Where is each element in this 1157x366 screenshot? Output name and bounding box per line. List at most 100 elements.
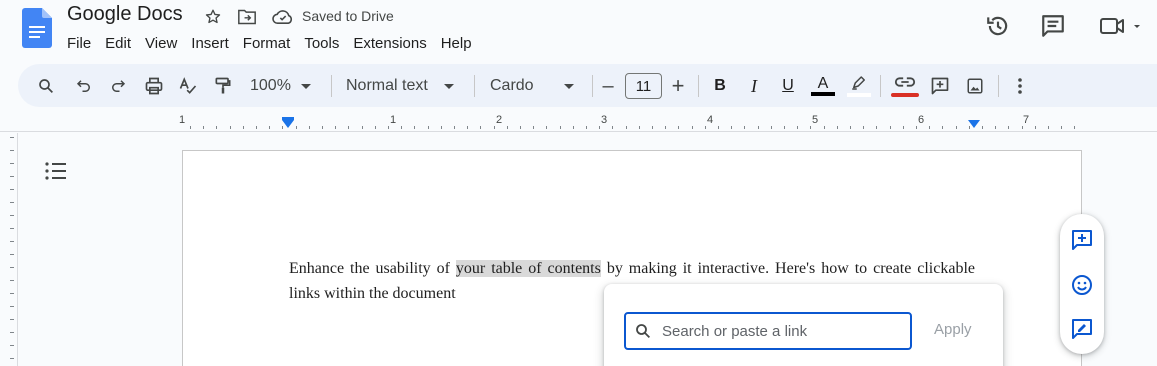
ruler-tick: [1034, 126, 1036, 129]
selected-text[interactable]: your table of contents: [455, 260, 601, 277]
ruler-number: 4: [707, 114, 714, 126]
ruler-tick: [374, 126, 376, 129]
text-color-button[interactable]: A: [810, 71, 836, 101]
cloud-saved-icon[interactable]: [272, 6, 294, 28]
link-search-field[interactable]: [624, 312, 912, 350]
toolbar: 100% Normal text Cardo – 11 + B I U A: [18, 64, 1157, 107]
italic-button[interactable]: I: [742, 71, 766, 101]
vertical-ruler[interactable]: [0, 133, 18, 366]
first-line-indent-marker[interactable]: [282, 117, 294, 120]
ruler-tick: [10, 150, 14, 151]
ruler-tick: [440, 126, 442, 129]
document-outline-icon[interactable]: [44, 160, 68, 182]
menu-file[interactable]: File: [60, 33, 98, 54]
add-comment-button[interactable]: [928, 71, 952, 101]
menu-extensions[interactable]: Extensions: [346, 33, 433, 54]
suggest-edits-icon[interactable]: [1070, 317, 1094, 341]
undo-icon[interactable]: [72, 71, 96, 101]
star-icon[interactable]: [202, 6, 224, 28]
ruler-tick: [269, 126, 271, 129]
horizontal-ruler[interactable]: 1 1 2 3 4 5 6 7: [0, 110, 1157, 132]
ruler-tick: [863, 126, 865, 129]
insert-link-button[interactable]: [890, 71, 920, 101]
ruler-tick: [295, 126, 297, 129]
apply-button[interactable]: Apply: [934, 321, 972, 338]
font-size-input[interactable]: 11: [625, 73, 662, 99]
ruler-tick: [955, 126, 957, 129]
ruler-tick: [10, 202, 14, 203]
spellcheck-icon[interactable]: [176, 71, 200, 101]
ruler-tick: [242, 126, 244, 129]
add-comment-icon: [931, 77, 949, 95]
search-menus-icon[interactable]: [34, 71, 58, 101]
meet-video-icon[interactable]: [1098, 12, 1146, 40]
ruler-tick: [850, 126, 851, 129]
ruler-tick: [572, 126, 574, 129]
ruler-tick: [467, 126, 469, 129]
print-icon[interactable]: [142, 71, 166, 101]
underline-button[interactable]: U: [776, 71, 800, 101]
ruler-tick: [731, 126, 733, 129]
plus-icon: +: [671, 73, 685, 98]
decrease-font-size-button[interactable]: –: [598, 71, 618, 101]
right-indent-marker[interactable]: [968, 120, 980, 128]
ruler-tick: [784, 126, 785, 129]
move-to-folder-icon[interactable]: [236, 6, 258, 28]
paragraph-style-select[interactable]: Normal text: [346, 71, 461, 101]
ruler-tick: [1021, 126, 1023, 129]
ruler-tick: [691, 126, 693, 129]
menu-help[interactable]: Help: [434, 33, 479, 54]
zoom-select[interactable]: 100%: [250, 71, 320, 101]
link-search-input[interactable]: [662, 322, 892, 340]
left-indent-marker[interactable]: [282, 120, 294, 128]
redo-icon[interactable]: [106, 71, 130, 101]
menu-format[interactable]: Format: [236, 33, 298, 54]
paint-format-icon[interactable]: [211, 71, 235, 101]
ruler-tick: [10, 293, 14, 294]
underline-icon: U: [782, 77, 794, 94]
menu-insert[interactable]: Insert: [184, 33, 236, 54]
menu-tools[interactable]: Tools: [297, 33, 346, 54]
ruler-tick: [10, 332, 14, 333]
ruler-tick: [229, 126, 231, 129]
ruler-tick: [10, 189, 14, 190]
ruler-tick: [1074, 126, 1076, 129]
highlight-color-swatch: [847, 93, 871, 97]
ruler-tick: [10, 358, 14, 359]
ruler-tick: [361, 126, 363, 129]
bold-button[interactable]: B: [708, 71, 732, 101]
ruler-tick: [823, 126, 825, 129]
ruler-tick: [1008, 126, 1010, 129]
ruler-tick: [625, 126, 627, 129]
menu-view[interactable]: View: [138, 33, 184, 54]
docs-logo-icon[interactable]: [22, 8, 52, 48]
more-options-icon[interactable]: [1008, 71, 1032, 101]
ruler-tick: [10, 254, 14, 255]
ruler-tick: [889, 126, 891, 129]
ruler-tick: [335, 126, 337, 129]
emoji-reaction-icon[interactable]: [1070, 273, 1094, 297]
insert-image-button[interactable]: [963, 71, 987, 101]
text-color-swatch: [811, 92, 835, 96]
ruler-tick: [10, 215, 14, 216]
font-family-select[interactable]: Cardo: [490, 71, 580, 101]
comments-icon[interactable]: [1039, 12, 1067, 40]
ruler-tick: [559, 126, 561, 129]
document-title[interactable]: Google Docs: [67, 3, 183, 26]
ruler-tick: [546, 126, 548, 129]
history-icon[interactable]: [984, 12, 1012, 40]
ruler-tick: [757, 126, 759, 129]
ruler-number: 1: [390, 114, 397, 126]
ruler-tick: [652, 126, 653, 129]
ruler-tick: [533, 126, 535, 129]
highlight-color-button[interactable]: [846, 71, 872, 101]
chevron-down-icon: [563, 83, 574, 89]
link-icon: [894, 77, 916, 87]
italic-icon: I: [751, 75, 757, 96]
ruler-tick: [493, 126, 495, 129]
ruler-tick: [10, 228, 14, 229]
increase-font-size-button[interactable]: +: [668, 71, 688, 101]
menu-edit[interactable]: Edit: [98, 33, 138, 54]
ruler-tick: [203, 126, 205, 129]
add-comment-icon[interactable]: [1070, 228, 1094, 252]
